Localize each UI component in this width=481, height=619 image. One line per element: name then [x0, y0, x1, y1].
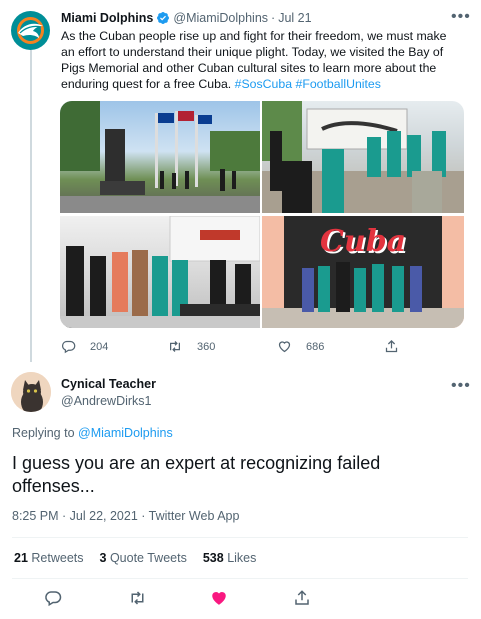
reply-text-line: offenses...: [12, 476, 95, 496]
reply-count: 204: [90, 340, 109, 353]
reply-author-handle[interactable]: @AndrewDirks1: [61, 394, 152, 408]
cat-avatar-icon: [11, 372, 51, 412]
likes-label: Likes: [227, 551, 257, 565]
dolphins-logo-icon: [17, 17, 44, 44]
photo-cuba-mural[interactable]: Cuba: [262, 216, 464, 328]
likes-count: 538: [202, 551, 224, 565]
like-button[interactable]: [210, 589, 228, 607]
heart-icon: [212, 592, 226, 605]
reply-author-name[interactable]: Cynical Teacher: [61, 377, 156, 391]
reply-button[interactable]: [44, 589, 62, 607]
replying-to-line: Replying to @MiamiDolphins: [12, 426, 173, 440]
miami-dolphins-avatar[interactable]: [11, 11, 50, 50]
reply-timestamp[interactable]: 8:25 PM · Jul 22, 2021 · Twitter Web App: [12, 509, 239, 523]
more-dots-icon[interactable]: •••: [451, 9, 471, 25]
reply-text-line: I guess you are an expert at recognizing…: [12, 453, 381, 473]
tweet-date[interactable]: Jul 21: [278, 11, 311, 25]
retweets-stat[interactable]: 21 Retweets: [14, 551, 84, 565]
reply-bubble-icon: [45, 591, 62, 607]
author-handle[interactable]: @MiamiDolphins: [173, 11, 268, 25]
retweet-count: 360: [197, 340, 216, 353]
retweets-count: 21: [14, 551, 28, 565]
quotes-label: Quote Tweets: [109, 551, 187, 565]
retweet-button[interactable]: [128, 589, 147, 607]
likes-stat[interactable]: 538 Likes: [203, 551, 257, 565]
reply-more-dots-icon[interactable]: •••: [451, 378, 471, 394]
tweet-text-line: enduring quest for a free Cuba.: [61, 77, 232, 91]
photo-memorial[interactable]: [60, 101, 260, 213]
reply-bubble-icon: [61, 340, 76, 354]
thread-line: [30, 50, 32, 362]
heart-icon: [278, 341, 291, 353]
share-action[interactable]: [384, 339, 399, 354]
photo-wall-group[interactable]: [262, 101, 464, 213]
tweet-text-line: Pigs Memorial and other Cuban cultural s…: [61, 61, 437, 75]
like-count: 686: [306, 340, 325, 353]
tweet-text-line: As the Cuban people rise up and fight fo…: [61, 29, 447, 43]
separator-dot: ·: [271, 11, 276, 25]
verified-badge-icon: [156, 11, 170, 25]
photo-street-group[interactable]: [60, 216, 260, 328]
quotes-count: 3: [99, 551, 107, 565]
retweets-label: Retweets: [31, 551, 84, 565]
author-name[interactable]: Miami Dolphins: [61, 11, 153, 25]
reply-action-bar: [0, 580, 481, 616]
reply-text: I guess you are an expert at recognizing…: [12, 452, 380, 498]
divider: [12, 578, 468, 579]
retweet-arrows-icon: [170, 341, 180, 352]
replying-to-label: Replying to: [12, 426, 75, 440]
reply-action[interactable]: 204: [61, 339, 108, 354]
retweet-arrows-icon: [131, 591, 144, 605]
share-upload-icon: [295, 590, 309, 605]
divider: [12, 537, 468, 538]
cynical-teacher-avatar[interactable]: [11, 372, 51, 412]
replying-to-link[interactable]: @MiamiDolphins: [78, 426, 173, 440]
retweet-action[interactable]: 360: [167, 339, 215, 354]
tweet-text-line: an effort to understand their unique pli…: [61, 45, 444, 59]
reply-stats: 21 Retweets 3 Quote Tweets 538 Likes: [14, 551, 256, 565]
tweet-header: Miami Dolphins @MiamiDolphins · Jul 21: [61, 10, 312, 26]
share-upload-icon: [385, 339, 398, 353]
share-button[interactable]: [293, 589, 311, 607]
tweet-text: As the Cuban people rise up and fight fo…: [61, 28, 471, 92]
photo-grid: Cuba: [60, 101, 464, 328]
hashtags-link[interactable]: #SosCuba #FootballUnites: [235, 77, 381, 91]
quotes-stat[interactable]: 3 Quote Tweets: [100, 551, 187, 565]
like-action[interactable]: 686: [277, 339, 324, 354]
mural-text: Cuba: [320, 224, 407, 259]
